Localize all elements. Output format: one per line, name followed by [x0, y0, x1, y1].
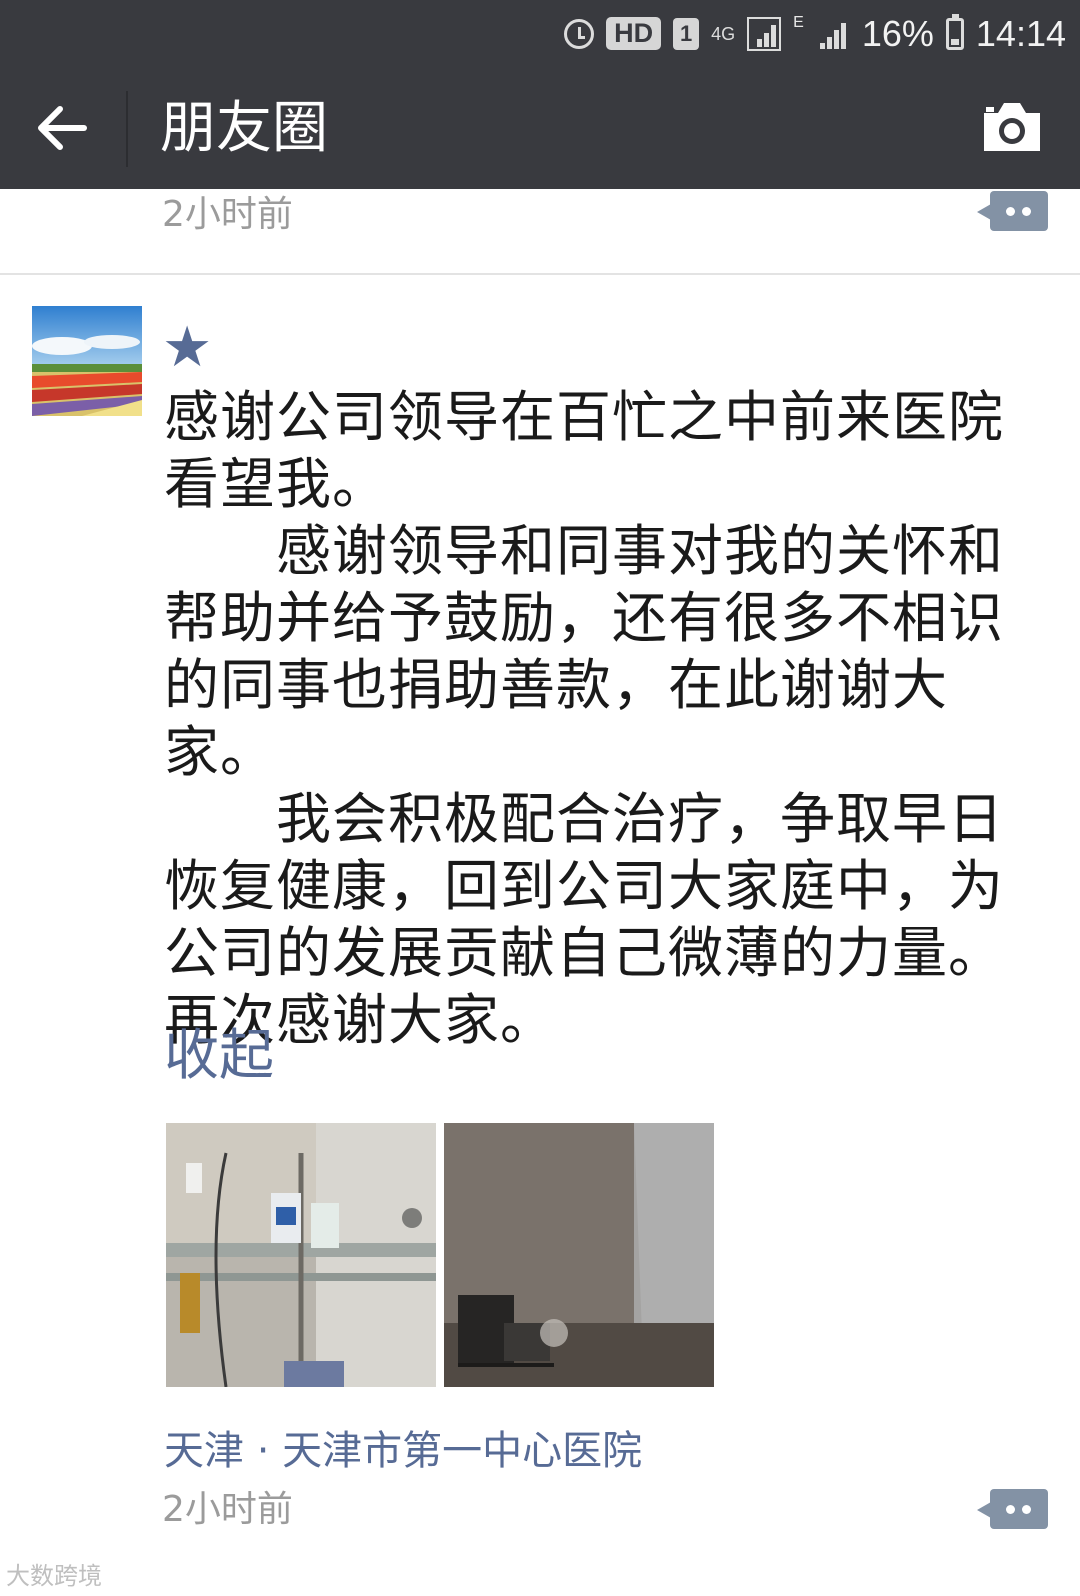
battery-percent: 16% — [861, 12, 934, 54]
comment-button[interactable] — [977, 191, 1048, 231]
signal-icon — [747, 16, 782, 51]
sim-badge: 1 — [673, 17, 700, 50]
post-photo-1[interactable] — [166, 1123, 436, 1387]
comment-button[interactable] — [977, 1489, 1048, 1529]
comment-dot-icon — [1006, 207, 1015, 216]
post-text: 感谢公司领导在百忙之中前来医院看望我。 感谢领导和同事对我的关怀和帮助并给予鼓励… — [164, 385, 1005, 1052]
collapse-link[interactable]: 收起 — [164, 1020, 274, 1090]
back-button[interactable] — [30, 95, 96, 161]
camera-icon — [984, 103, 1040, 151]
signal-bars-icon — [816, 17, 850, 51]
header-divider — [126, 91, 128, 167]
battery-icon — [945, 13, 964, 50]
watermark: 大数跨境 — [6, 1562, 102, 1590]
alarm-icon — [564, 18, 595, 49]
clock: 14:14 — [975, 12, 1066, 54]
post-time: 2小时前 — [162, 194, 293, 235]
post-time: 2小时前 — [162, 1489, 293, 1530]
comment-dot-icon — [1022, 1505, 1031, 1514]
post-author-name[interactable]: ★ — [162, 318, 212, 378]
iv-drip-photo — [166, 1123, 436, 1387]
network-type: 4G — [711, 23, 736, 44]
hd-badge: HD — [606, 17, 662, 50]
hospital-room-photo — [444, 1123, 714, 1387]
comment-dot-icon — [1022, 207, 1031, 216]
post-location[interactable]: 天津 · 天津市第一中心医院 — [164, 1418, 642, 1476]
comment-dot-icon — [1006, 1505, 1015, 1514]
camera-button[interactable] — [980, 97, 1044, 157]
previous-post-footer: 2小时前 — [0, 189, 1080, 275]
status-icons: HD 1 4G E 16% 14:14 — [564, 6, 1066, 61]
avatar-landscape-image — [32, 306, 142, 416]
app-bar: 朋友圈 — [0, 65, 1080, 189]
page-title: 朋友圈 — [160, 96, 328, 161]
post-photo-2[interactable] — [444, 1123, 714, 1387]
avatar[interactable] — [32, 306, 142, 416]
back-arrow-icon — [38, 106, 87, 150]
network-type-secondary: E — [793, 14, 804, 31]
status-bar: HD 1 4G E 16% 14:14 — [0, 0, 1080, 65]
